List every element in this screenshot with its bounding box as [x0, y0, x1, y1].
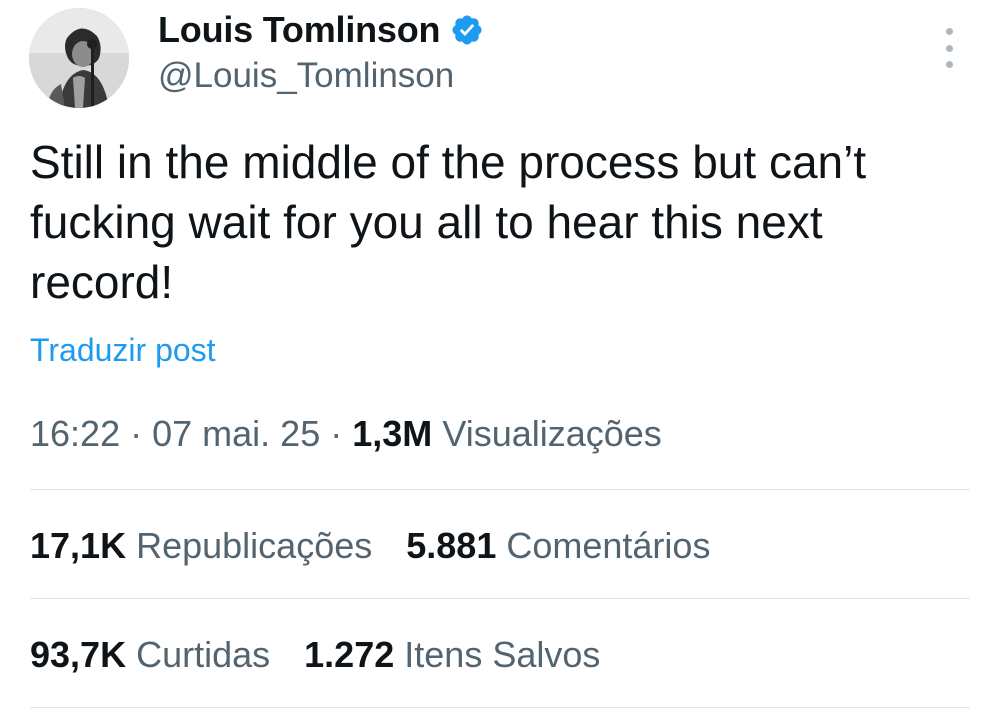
tweet-time[interactable]: 16:22: [30, 413, 120, 454]
author-handle[interactable]: @Louis_Tomlinson: [158, 56, 454, 96]
bookmarks-stat[interactable]: 1.272 Itens Salvos: [304, 634, 600, 675]
reposts-count: 17,1K: [30, 525, 127, 566]
avatar[interactable]: [29, 8, 129, 108]
likes-count: 93,7K: [30, 634, 127, 675]
author-name[interactable]: Louis Tomlinson: [158, 9, 441, 51]
author-name-row: Louis Tomlinson: [158, 8, 484, 52]
likes-stat[interactable]: 93,7K Curtidas: [30, 634, 270, 675]
meta-separator: ·: [330, 413, 343, 454]
more-dot: [945, 28, 953, 35]
divider: [30, 489, 970, 490]
comments-stat[interactable]: 5.881 Comentários: [406, 525, 710, 566]
translate-post-link[interactable]: Traduzir post: [30, 332, 216, 369]
more-dot: [945, 44, 953, 52]
more-vertical-icon[interactable]: [934, 28, 964, 68]
divider: [30, 707, 970, 708]
views-label[interactable]: Visualizações: [442, 413, 661, 454]
more-dot: [945, 61, 953, 68]
comments-count: 5.881: [406, 525, 497, 566]
bookmarks-count: 1.272: [304, 634, 395, 675]
tweet-date[interactable]: 07 mai. 25: [152, 413, 320, 454]
tweet-meta: 16:22 · 07 mai. 25 · 1,3M Visualizações: [30, 413, 662, 455]
avatar-photo: [29, 8, 129, 108]
stats-row-reposts-comments: 17,1K Republicações 5.881 Comentários: [30, 525, 744, 567]
verified-badge-icon: [452, 15, 482, 45]
meta-separator: ·: [130, 413, 143, 454]
views-count[interactable]: 1,3M: [352, 413, 432, 454]
likes-label: Curtidas: [136, 634, 271, 675]
divider: [30, 598, 970, 599]
stats-row-likes-bookmarks: 93,7K Curtidas 1.272 Itens Salvos: [30, 634, 634, 676]
reposts-label: Republicações: [136, 525, 373, 566]
comments-label: Comentários: [506, 525, 711, 566]
bookmarks-label: Itens Salvos: [404, 634, 601, 675]
tweet-text: Still in the middle of the process but c…: [30, 136, 867, 308]
reposts-stat[interactable]: 17,1K Republicações: [30, 525, 372, 566]
